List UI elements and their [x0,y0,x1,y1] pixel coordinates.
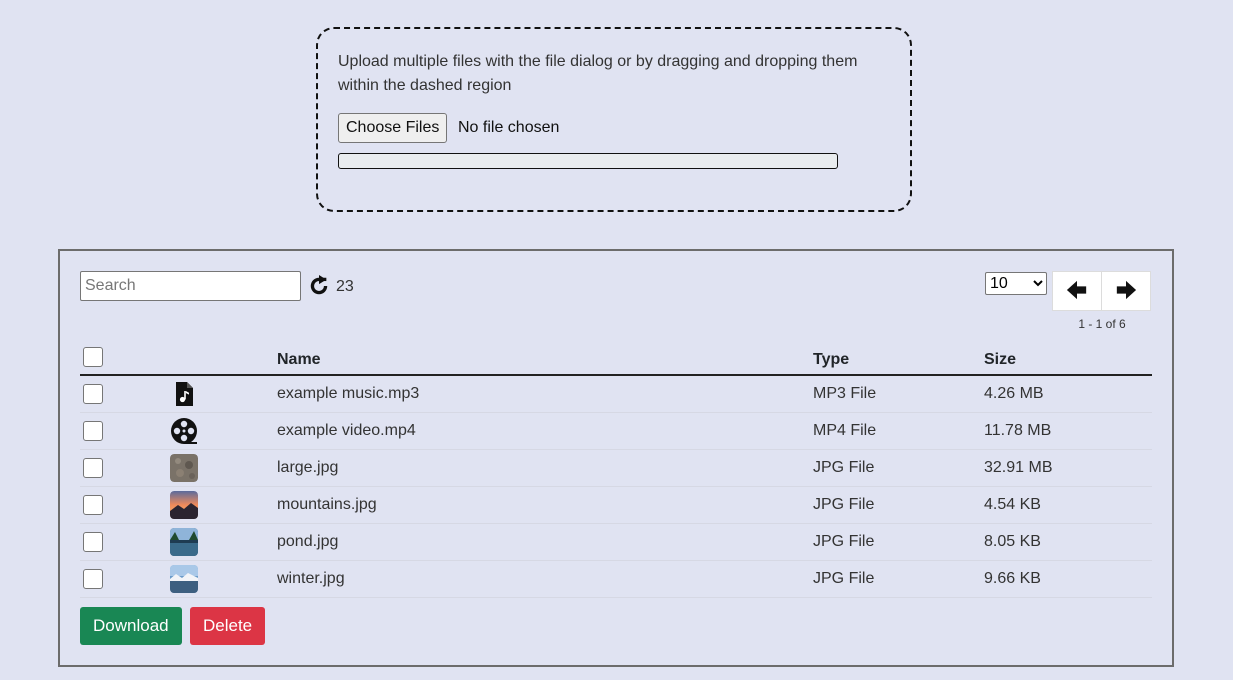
file-table: Name Type Size example music.mp3 MP3 Fil… [80,333,1152,598]
row-checkbox[interactable] [83,458,103,478]
row-checkbox[interactable] [83,495,103,515]
file-size: 9.66 KB [984,560,1152,598]
file-name[interactable]: winter.jpg [277,560,813,598]
mountains-image-thumbnail [170,491,198,519]
file-size: 11.78 MB [984,412,1152,450]
upload-dropzone[interactable]: Upload multiple files with the file dial… [316,27,912,212]
no-file-chosen-text: No file chosen [458,119,560,136]
arrow-left-icon [1066,279,1088,304]
arrow-right-icon [1115,279,1137,304]
file-size: 32.91 MB [984,449,1152,487]
row-checkbox[interactable] [83,532,103,552]
file-type: MP3 File [813,375,984,413]
table-row[interactable]: example video.mp4 MP4 File 11.78 MB [80,412,1152,450]
size-column-header[interactable]: Size [984,333,1152,376]
file-type: MP4 File [813,412,984,450]
type-column-header[interactable]: Type [813,333,984,376]
table-row[interactable]: mountains.jpg JPG File 4.54 KB [80,486,1152,524]
file-size: 8.05 KB [984,523,1152,561]
delete-button[interactable]: Delete [190,607,266,645]
large-image-thumbnail [170,454,198,482]
file-name[interactable]: example music.mp3 [277,375,813,413]
file-count: 23 [336,278,354,295]
page-range-text: 1 - 1 of 6 [1078,317,1126,331]
search-input[interactable] [80,271,301,301]
next-page-button[interactable] [1101,271,1151,311]
file-type: JPG File [813,486,984,524]
file-type: JPG File [813,523,984,561]
download-button[interactable]: Download [80,607,182,645]
file-name[interactable]: pond.jpg [277,523,813,561]
music-file-icon [170,380,277,408]
row-checkbox[interactable] [83,384,103,404]
file-size: 4.26 MB [984,375,1152,413]
upload-instructions: Upload multiple files with the file dial… [338,53,858,94]
select-all-checkbox[interactable] [83,347,103,367]
file-type: JPG File [813,560,984,598]
table-header-row: Name Type Size [80,333,1152,376]
upload-progress-bar [338,153,838,169]
previous-page-button[interactable] [1052,271,1102,311]
row-checkbox[interactable] [83,421,103,441]
page-size-select[interactable]: 10 [985,272,1047,295]
name-column-header[interactable]: Name [277,333,813,376]
file-name[interactable]: mountains.jpg [277,486,813,524]
winter-image-thumbnail [170,565,198,593]
file-type: JPG File [813,449,984,487]
table-row[interactable]: example music.mp3 MP3 File 4.26 MB [80,375,1152,413]
choose-files-button[interactable]: Choose Files [338,113,448,143]
file-name[interactable]: example video.mp4 [277,412,813,450]
file-browser-panel: 23 10 1 - 1 of 6 Name Type Size [58,249,1174,667]
refresh-icon[interactable] [308,275,330,297]
table-row[interactable]: winter.jpg JPG File 9.66 KB [80,560,1152,598]
pond-image-thumbnail [170,528,198,556]
table-row[interactable]: pond.jpg JPG File 8.05 KB [80,523,1152,561]
table-row[interactable]: large.jpg JPG File 32.91 MB [80,449,1152,487]
film-reel-icon [170,417,277,445]
file-size: 4.54 KB [984,486,1152,524]
file-name[interactable]: large.jpg [277,449,813,487]
row-checkbox[interactable] [83,569,103,589]
